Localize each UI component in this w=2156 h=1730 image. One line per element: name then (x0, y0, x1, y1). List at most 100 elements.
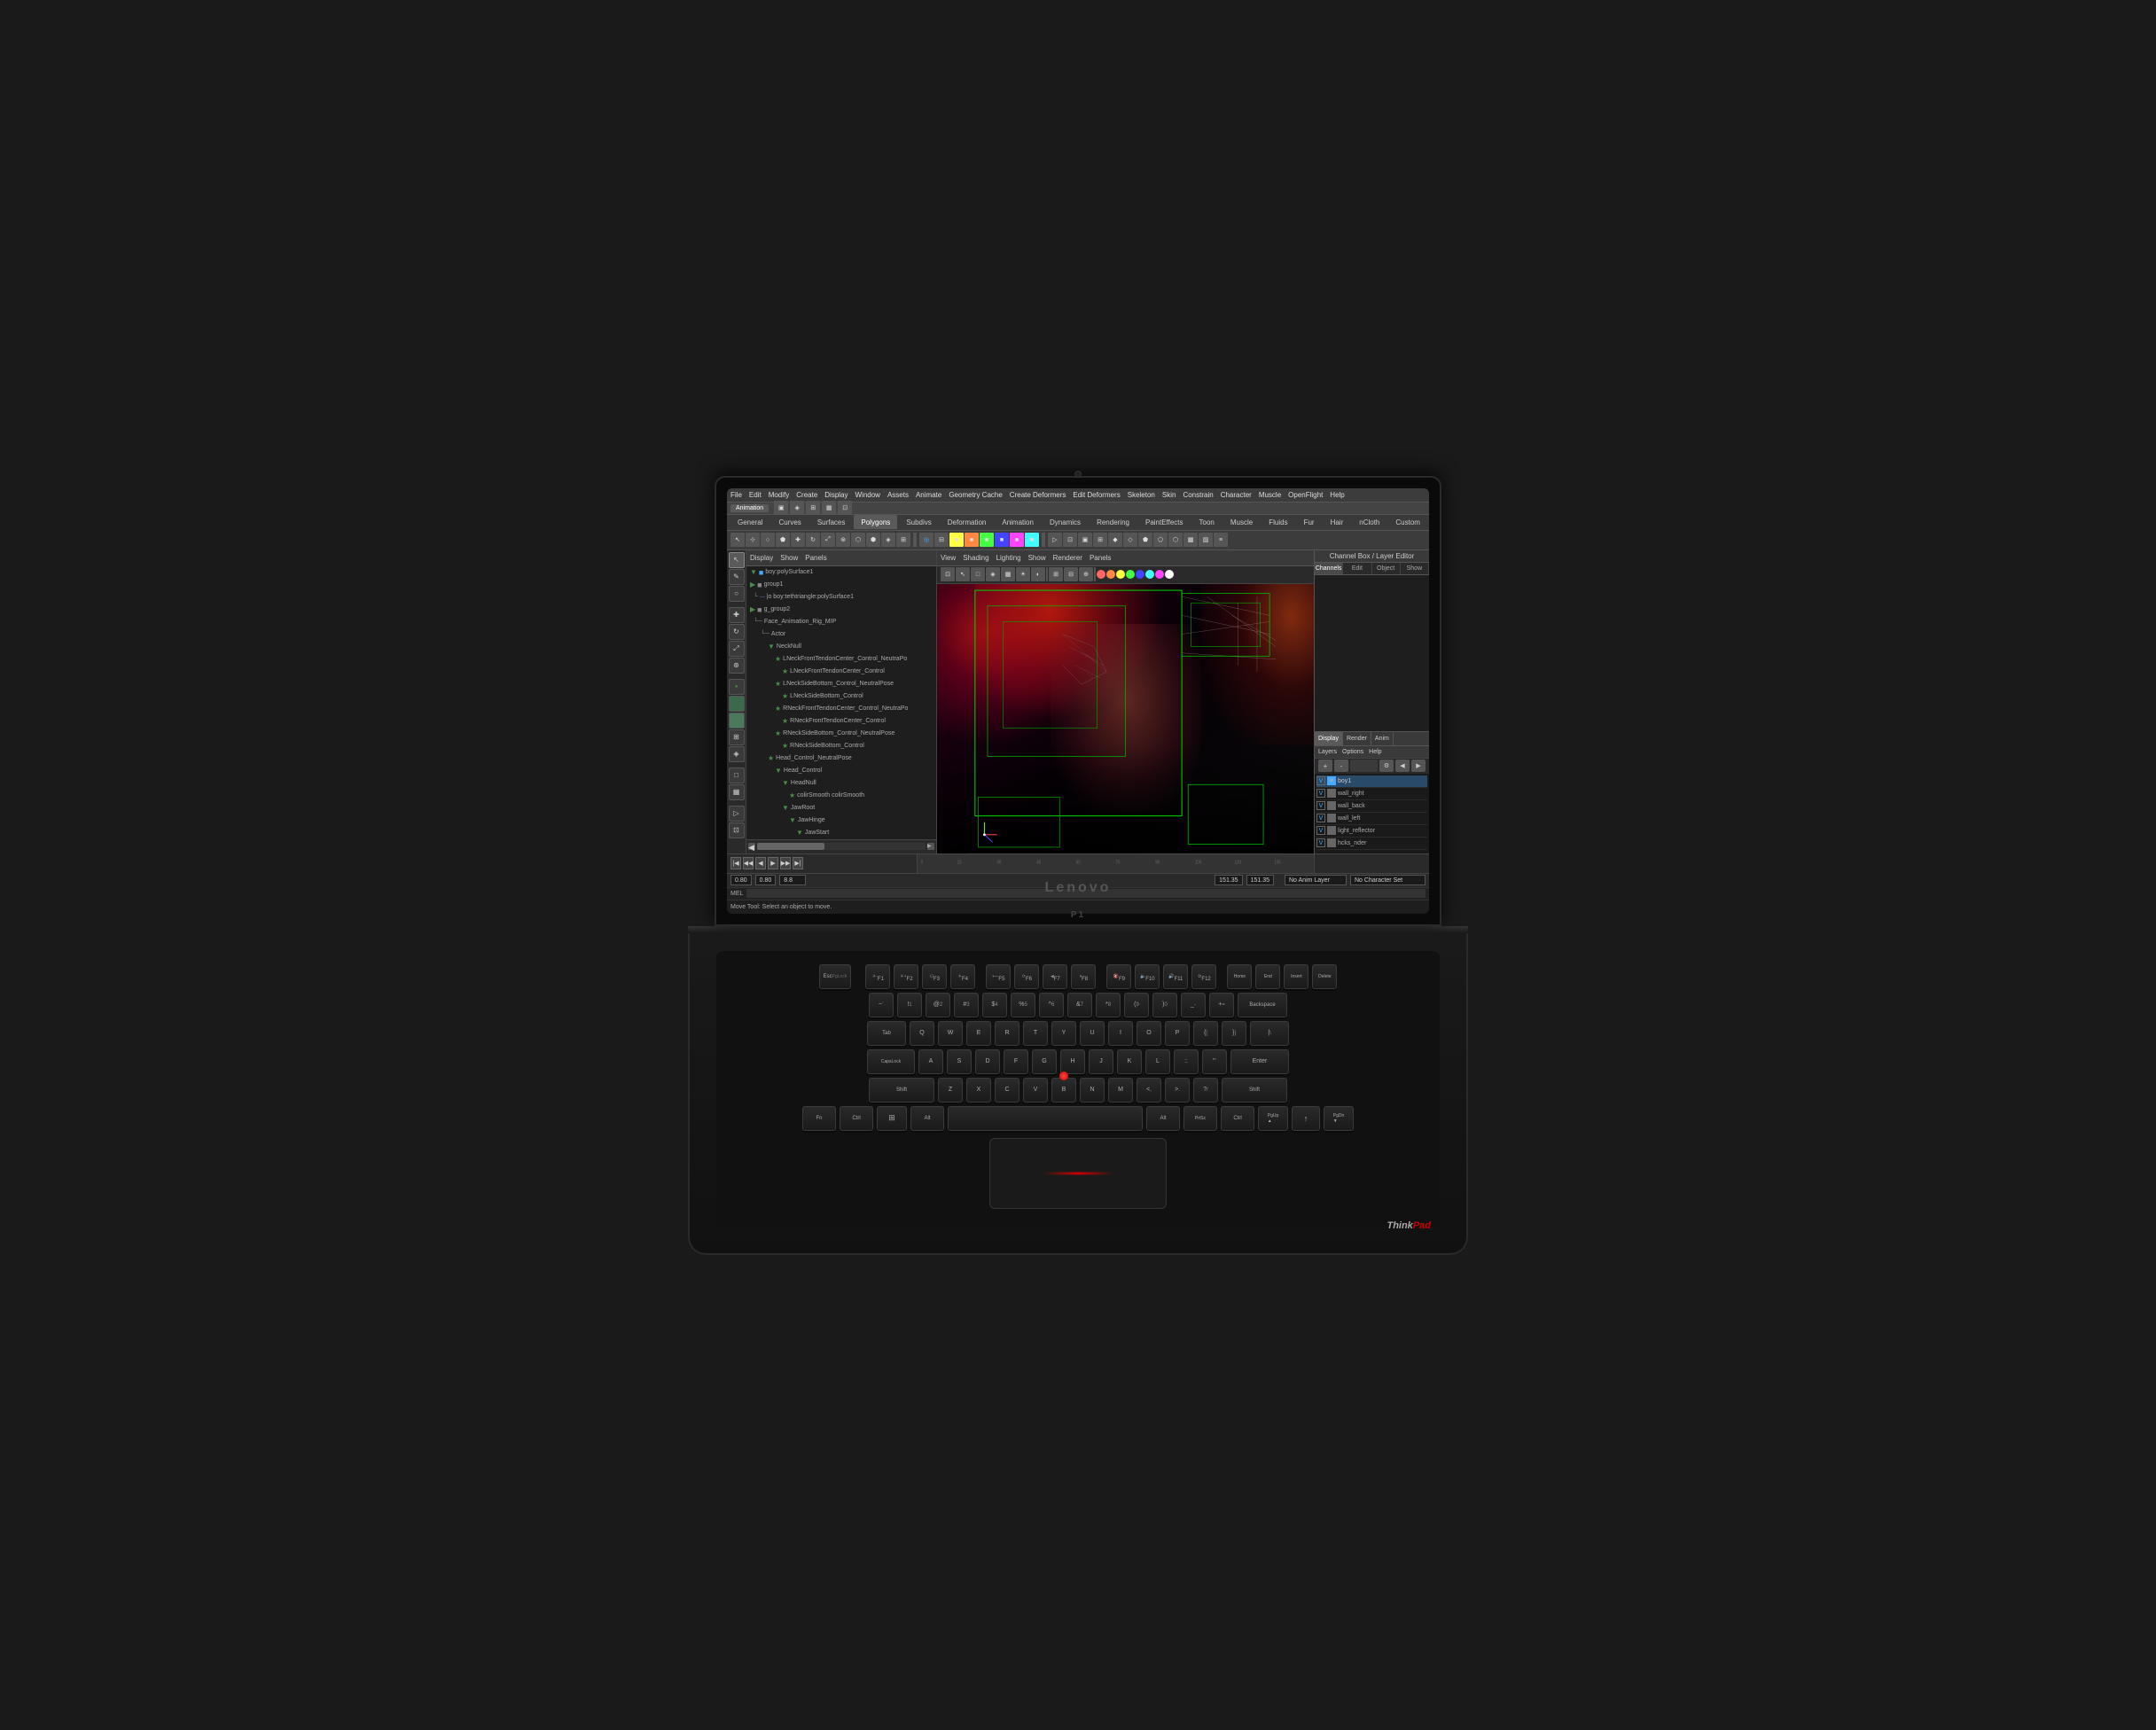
tool-lasso[interactable]: ○ (729, 586, 745, 602)
tool-render-preview[interactable]: ▷ (729, 806, 745, 822)
shelf-icon-manip[interactable]: ⊛ (836, 533, 850, 547)
key-w[interactable]: W (938, 1021, 963, 1046)
vp-icon-select[interactable]: ↖ (956, 567, 970, 581)
tool-ipr[interactable]: ⊡ (729, 822, 745, 838)
shelf-icon-snap2[interactable]: ⬢ (866, 533, 880, 547)
menu-muscle[interactable]: Muscle (1259, 491, 1281, 499)
vp-icon-smooth[interactable]: ◈ (986, 567, 1000, 581)
shelf-icon-c6[interactable]: ■ (1025, 533, 1039, 547)
tab-muscle[interactable]: Muscle (1223, 515, 1260, 529)
tool-snap[interactable]: ◈ (729, 746, 745, 762)
vp-icon-c7[interactable] (1155, 570, 1164, 579)
layer-vis-wall-left[interactable]: V (1316, 814, 1325, 822)
key-slash[interactable]: ?/ (1193, 1078, 1218, 1103)
outliner-item-necknull[interactable]: ▼ NeckNull (746, 641, 936, 653)
tab-painteffects[interactable]: PaintEffects (1138, 515, 1191, 529)
key-f6[interactable]: ⟳F6 (1014, 964, 1039, 989)
shelf-icon-c4[interactable]: ■ (995, 533, 1009, 547)
key-period[interactable]: >. (1165, 1078, 1190, 1103)
layer-create-btn[interactable]: + (1318, 760, 1332, 772)
play-back-btn[interactable]: ◀ (755, 857, 766, 869)
menu-help[interactable]: Help (1330, 491, 1344, 499)
layer-opts-btn[interactable]: ⚙ (1379, 760, 1394, 772)
key-f11[interactable]: 🔊F11 (1163, 964, 1188, 989)
tool-paint[interactable]: ✎ (729, 569, 745, 585)
vp-icon-light[interactable]: ☀ (1016, 567, 1030, 581)
outliner-item-head-ctrl[interactable]: ▼ Head_Control (746, 765, 936, 777)
time-current-field[interactable]: 0.80 (755, 875, 777, 885)
key-e[interactable]: E (966, 1021, 991, 1046)
channel-tab-object[interactable]: Object (1372, 563, 1401, 574)
vp-icon-c5[interactable] (1136, 570, 1144, 579)
outliner-item-lneckside2[interactable]: ★ LNeckSideBottom_Control (746, 690, 936, 703)
shelf-icon-c3[interactable]: ■ (980, 533, 994, 547)
outliner-scroll[interactable]: ▼ ■ boy:polySurface1 ▶ ■ group1 └ (746, 566, 936, 839)
key-m[interactable]: M (1108, 1078, 1133, 1103)
tab-animation[interactable]: Animation (995, 515, 1041, 529)
shelf-icon-render3[interactable]: ▣ (1078, 533, 1092, 547)
tool-r2[interactable] (729, 713, 745, 729)
key-f12[interactable]: ⚙F12 (1191, 964, 1216, 989)
tool-cam2[interactable]: ▦ (729, 784, 745, 800)
outliner-item-group2[interactable]: ▶ ■ g_group2 (746, 604, 936, 616)
key-home[interactable]: Home (1227, 964, 1252, 989)
key-quote[interactable]: "' (1202, 1049, 1227, 1074)
menu-skeleton[interactable]: Skeleton (1128, 491, 1155, 499)
menu-skin[interactable]: Skin (1162, 491, 1176, 499)
vp-icon-camera[interactable]: ⊡ (941, 567, 955, 581)
key-tab[interactable]: Tab (867, 1021, 906, 1046)
outliner-item-rneck2[interactable]: ★ RNeckFrontTendonCenter_Control (746, 715, 936, 728)
outliner-scrollbar[interactable]: ◀ ▶ (746, 839, 936, 853)
key-6[interactable]: ^6 (1039, 993, 1064, 1017)
key-f5[interactable]: ⟵F5 (986, 964, 1011, 989)
key-alt-right[interactable]: Alt (1146, 1106, 1180, 1131)
layer-item-wall-left[interactable]: V wall_left (1316, 813, 1427, 825)
viewport-menu-view[interactable]: View (941, 554, 956, 562)
shelf-icon-extra8[interactable]: ≡ (1214, 533, 1228, 547)
time-inner-field[interactable]: 8.8 (779, 875, 806, 885)
key-equals[interactable]: += (1209, 993, 1234, 1017)
outliner-item-actor[interactable]: └─ Actor (746, 628, 936, 641)
key-v[interactable]: V (1023, 1078, 1048, 1103)
display-tab-anim[interactable]: Anim (1371, 732, 1394, 745)
layer-vis-misc[interactable]: V (1316, 838, 1325, 847)
key-5[interactable]: %5 (1011, 993, 1035, 1017)
key-f2[interactable]: ☀+F2 (894, 964, 918, 989)
outliner-item-head-ctrl-np[interactable]: ★ Head_Control_NeutralPose (746, 752, 936, 765)
layer-item-wall-right[interactable]: V wall_right (1316, 788, 1427, 800)
menu-edit[interactable]: Edit (749, 491, 762, 499)
key-1[interactable]: !1 (897, 993, 922, 1017)
tab-dynamics[interactable]: Dynamics (1043, 515, 1088, 529)
play-fwd-btn[interactable]: ▶ (768, 857, 778, 869)
key-f3[interactable]: ⊡F3 (922, 964, 947, 989)
key-f1[interactable]: ☀-F1 (865, 964, 890, 989)
vp-icon-grid[interactable]: ⊞ (1049, 567, 1063, 581)
shelf-icon-soft[interactable]: ◎ (919, 533, 933, 547)
key-i[interactable]: I (1108, 1021, 1133, 1046)
shelf-icon-snap3[interactable]: ◈ (881, 533, 895, 547)
vp-icon-c6[interactable] (1145, 570, 1154, 579)
viewport-3d[interactable]: View Shading Lighting Show Renderer Pane… (937, 550, 1314, 853)
key-fn[interactable]: Fn (802, 1106, 836, 1131)
viewport-menu-show[interactable]: Show (1028, 554, 1046, 562)
key-q[interactable]: Q (910, 1021, 934, 1046)
key-9[interactable]: (9 (1124, 993, 1149, 1017)
menu-window[interactable]: Window (855, 491, 880, 499)
shelf-icon-extra4[interactable]: ⬠ (1153, 533, 1168, 547)
key-minus[interactable]: _- (1181, 993, 1206, 1017)
shelf-icon-sym[interactable]: ⊟ (934, 533, 949, 547)
key-0[interactable]: )0 (1152, 993, 1177, 1017)
tab-custom[interactable]: Custom (1388, 515, 1427, 529)
shelf-icon-extra6[interactable]: ▩ (1183, 533, 1198, 547)
shelf-icon-extra1[interactable]: ◆ (1108, 533, 1122, 547)
key-f8[interactable]: ⏸F8 (1071, 964, 1096, 989)
anim-layer-field[interactable]: No Anim Layer (1285, 875, 1347, 885)
toolbar-icon-3[interactable]: ⊞ (806, 501, 820, 515)
toolbar-icon-2[interactable]: ◈ (790, 501, 804, 515)
outliner-item-jawhinge[interactable]: ▼ JawHinge (746, 814, 936, 827)
layer-vis-light-reflector[interactable]: V (1316, 826, 1325, 835)
key-7[interactable]: &7 (1067, 993, 1092, 1017)
outliner-item-jawroot[interactable]: ▼ JawRoot (746, 802, 936, 814)
shelf-icon-extra3[interactable]: ⬟ (1138, 533, 1152, 547)
key-o[interactable]: O (1137, 1021, 1161, 1046)
